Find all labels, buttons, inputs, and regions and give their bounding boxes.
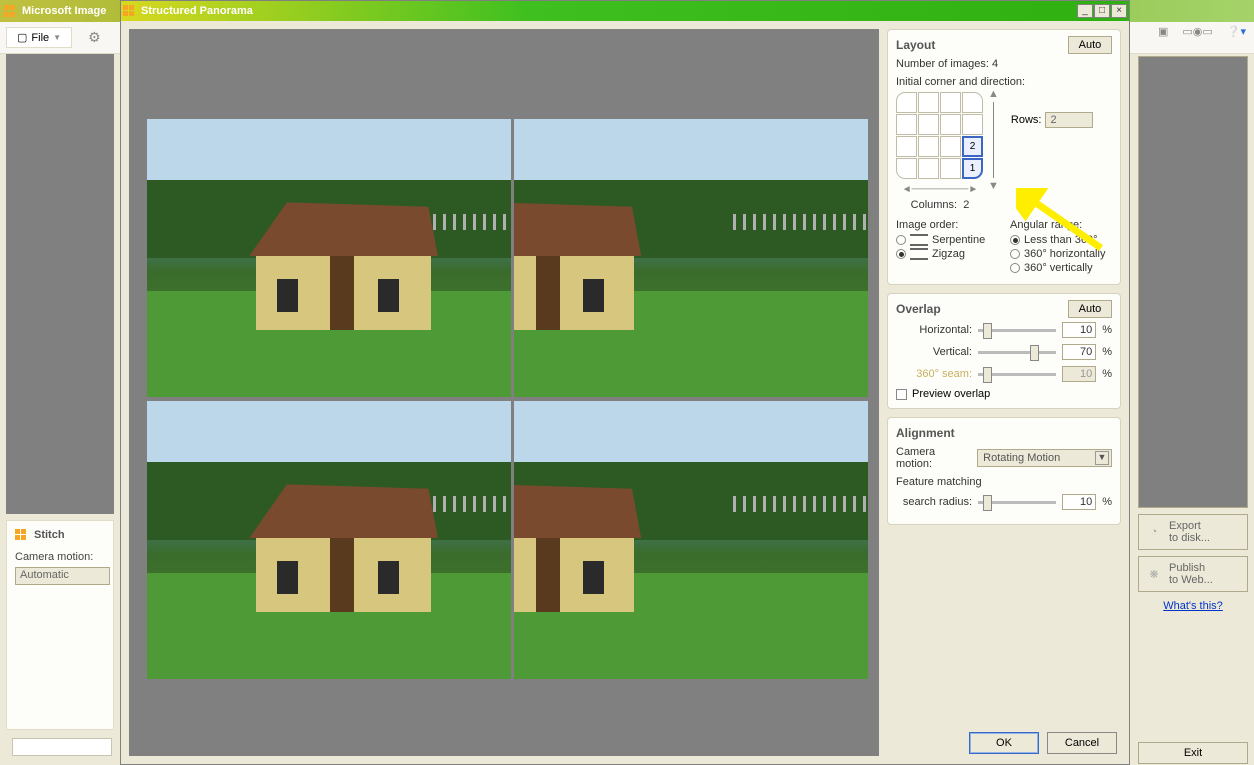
structured-panorama-dialog: Structured Panorama _ □ × Layout Auto Nu…	[120, 0, 1130, 765]
new-file-icon: ▢	[17, 31, 27, 44]
export-button[interactable]: ◔ Export to disk...	[1138, 514, 1248, 550]
crop-icon[interactable]: ▣	[1158, 25, 1168, 38]
file-menu-label: File	[31, 32, 49, 44]
overlap-auto-button[interactable]: Auto	[1068, 300, 1112, 318]
seam-overlap-row: 360° seam: %	[896, 366, 1112, 382]
num-images-row: Number of images: 4	[896, 58, 1112, 70]
camera-motion-label: Camera motion:	[15, 551, 105, 563]
camera-motion-value: Rotating Motion	[983, 452, 1060, 464]
stitch-header: Stitch	[15, 529, 105, 541]
angular-vert-radio[interactable]: 360° vertically	[1010, 262, 1112, 274]
rows-down-arrow-icon: ▼	[988, 180, 999, 192]
publish-button[interactable]: ❋ Publish to Web...	[1138, 556, 1248, 592]
left-canvas	[6, 54, 114, 514]
right-canvas	[1138, 56, 1248, 508]
grid-cell-1[interactable]: 1	[962, 158, 983, 179]
initial-corner-label: Initial corner and direction:	[896, 76, 1112, 88]
order-serpentine-radio[interactable]: Serpentine	[896, 234, 998, 246]
seam-value-input	[1062, 366, 1096, 382]
preview-overlap-label: Preview overlap	[912, 388, 990, 400]
options-panel: Layout Auto Number of images: 4 Initial …	[879, 21, 1129, 764]
cancel-button[interactable]: Cancel	[1047, 732, 1117, 754]
ok-button[interactable]: OK	[969, 732, 1039, 754]
search-radius-row: search radius: %	[896, 494, 1112, 510]
image-tile-3[interactable]	[147, 401, 511, 679]
horizontal-slider[interactable]	[978, 329, 1056, 332]
search-radius-label: search radius:	[896, 496, 972, 508]
num-images-label: Number of images:	[896, 58, 989, 70]
image-tile-2[interactable]	[514, 119, 868, 397]
vertical-value-input[interactable]	[1062, 344, 1096, 360]
alignment-header: Alignment	[896, 426, 1112, 440]
minimize-button[interactable]: _	[1077, 4, 1093, 18]
grid-cell-2[interactable]: 2	[962, 136, 983, 157]
rows-input[interactable]	[1045, 112, 1093, 128]
help-icon[interactable]: ❔▾	[1227, 25, 1246, 38]
dialog-icon	[123, 5, 137, 17]
whats-this-link[interactable]: What's this?	[1138, 600, 1248, 612]
horizontal-overlap-row: Horizontal: %	[896, 322, 1112, 338]
rows-label: Rows:	[1011, 114, 1042, 126]
file-menu-button[interactable]: ▢ File ▼	[6, 27, 72, 48]
close-button[interactable]: ×	[1111, 4, 1127, 18]
dialog-title: Structured Panorama	[141, 5, 253, 17]
exit-button[interactable]: Exit	[1138, 742, 1248, 764]
toolbar-right: ▣ ▭◉▭ ❔▾	[1158, 25, 1246, 38]
seam-label: 360° seam:	[896, 368, 972, 380]
export-label: Export to disk...	[1169, 520, 1210, 544]
layout-auto-button[interactable]: Auto	[1068, 36, 1112, 54]
app-icon	[4, 4, 18, 18]
dialog-buttons: OK Cancel	[969, 732, 1117, 754]
feature-matching-label: Feature matching	[896, 476, 1112, 488]
columns-arrow-icon: ◄────────►	[896, 184, 984, 195]
stitch-panel: Stitch Camera motion: Automatic	[6, 520, 114, 730]
columns-label: Columns:	[911, 199, 957, 211]
alignment-group: Alignment Camera motion: Rotating Motion…	[887, 417, 1121, 525]
vertical-label: Vertical:	[896, 346, 972, 358]
right-sidebar: ◔ Export to disk... ❋ Publish to Web... …	[1138, 56, 1248, 764]
chevron-down-icon: ▼	[1095, 451, 1109, 465]
chevron-down-icon: ▼	[53, 33, 61, 42]
stitch-title: Stitch	[34, 529, 65, 541]
horizontal-value-input[interactable]	[1062, 322, 1096, 338]
status-input[interactable]	[12, 738, 112, 756]
publish-label: Publish to Web...	[1169, 562, 1213, 586]
rows-up-arrow-icon: ▲	[988, 88, 999, 100]
vertical-slider[interactable]	[978, 351, 1056, 354]
image-tile-1[interactable]	[147, 119, 511, 397]
camera-motion-combo-bg[interactable]: Automatic	[15, 567, 110, 585]
web-icon: ❋	[1145, 565, 1163, 583]
zigzag-icon	[910, 248, 928, 260]
checkbox-icon	[896, 389, 907, 400]
align-camera-motion-label: Camera motion:	[896, 446, 971, 470]
columns-value: 2	[963, 199, 969, 211]
image-grid	[147, 119, 869, 679]
camera-motion-combo[interactable]: Rotating Motion ▼	[977, 449, 1112, 467]
disk-icon: ◔	[1145, 523, 1163, 541]
search-radius-slider[interactable]	[978, 501, 1056, 504]
serpentine-icon	[910, 234, 928, 246]
stitch-icon	[15, 529, 29, 541]
layout-group: Layout Auto Number of images: 4 Initial …	[887, 29, 1121, 285]
search-radius-input[interactable]	[1062, 494, 1096, 510]
angular-range-label: Angular range:	[1010, 219, 1112, 231]
camera-icon[interactable]: ▭◉▭	[1182, 25, 1212, 38]
num-images-value: 4	[992, 58, 998, 70]
order-zigzag-radio[interactable]: Zigzag	[896, 248, 998, 260]
maximize-button[interactable]: □	[1094, 4, 1110, 18]
dialog-titlebar[interactable]: Structured Panorama _ □ ×	[121, 1, 1129, 21]
app-title: Microsoft Image	[22, 5, 106, 17]
preview-area	[129, 29, 879, 756]
angular-horiz-radio[interactable]: 360° horizontally	[1010, 248, 1112, 260]
seam-slider	[978, 373, 1056, 376]
image-tile-4[interactable]	[514, 401, 868, 679]
preview-overlap-checkbox[interactable]: Preview overlap	[896, 388, 1112, 400]
horizontal-label: Horizontal:	[896, 324, 972, 336]
angular-less-radio[interactable]: Less than 360°	[1010, 234, 1112, 246]
gear-icon[interactable]: ⚙	[88, 29, 101, 46]
image-order-label: Image order:	[896, 219, 998, 231]
vertical-overlap-row: Vertical: %	[896, 344, 1112, 360]
overlap-group: Overlap Auto Horizontal: % Vertical: % 3…	[887, 293, 1121, 409]
corner-direction-grid[interactable]: 2 1	[896, 92, 984, 180]
